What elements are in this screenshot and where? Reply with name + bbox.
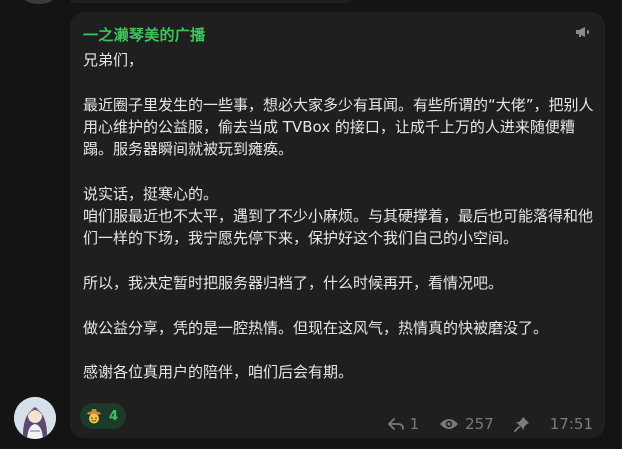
channel-name[interactable]: 一之濑琴美的广播: [83, 24, 205, 45]
paragraph-server-troubles: 咱们服最近也不太平，遇到了不少小麻烦。与其硬撑着，最后也可能落得和他们一样的下场…: [83, 207, 594, 248]
pin-icon: [513, 417, 529, 432]
cowboy-face-icon: [87, 409, 101, 424]
paragraph-incident: 最近圈子里发生的一些事，想必大家多少有耳闻。有些所谓的“大佬”，把别人用心维护的…: [83, 95, 594, 159]
message-meta: 1 257 17:51: [387, 415, 593, 433]
paragraph-thanks: 感谢各位真用户的陪伴，咱们后会有期。: [83, 363, 354, 382]
avatar[interactable]: [14, 397, 56, 439]
message-text: 兄弟们， 最近圈子里发生的一些事，想必大家多少有耳闻。有些所谓的“大佬”，把别人…: [83, 49, 595, 383]
message-bubble: 一之濑琴美的广播 兄弟们， 最近圈子里发生的一些事，想必大家多少有耳闻。有些所谓…: [70, 12, 605, 438]
reaction-count: 4: [109, 408, 119, 424]
paragraph-feelings: 说实话，挺寒心的。: [83, 184, 219, 203]
megaphone-icon: [576, 27, 589, 37]
anime-girl-avatar-icon: [14, 397, 56, 439]
paragraph-passion: 做公益分享，凭的是一腔热情。但现在这风气，热情真的快被磨没了。: [83, 318, 549, 337]
previous-message-avatar: [22, 0, 56, 4]
paragraph-greeting: 兄弟们，: [83, 51, 144, 69]
view-count: 257: [465, 415, 494, 433]
paragraph-archive: 所以，我决定暂时把服务器归档了，什么时候再开，看情况吧。: [83, 273, 504, 292]
previous-message-bubble: [70, 0, 350, 3]
reply-count: 1: [409, 415, 420, 433]
reaction-button[interactable]: 4: [80, 403, 127, 429]
eye-icon: [440, 419, 459, 429]
message-time: 17:51: [549, 415, 593, 433]
reply-icon[interactable]: [387, 417, 404, 431]
